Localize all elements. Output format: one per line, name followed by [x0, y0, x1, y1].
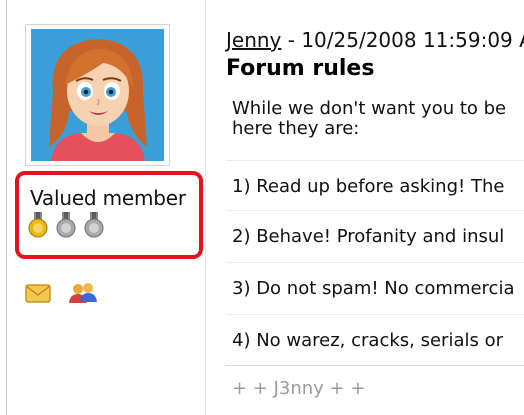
- paragraph-divider: [226, 314, 524, 315]
- rule-item: 1) Read up before asking! The: [232, 176, 505, 197]
- post-border: [6, 0, 7, 415]
- rank-title: Valued member: [30, 186, 186, 210]
- rule-item: 3) Do not spam! No commercia: [232, 278, 515, 299]
- column-divider: [205, 0, 206, 415]
- avatar[interactable]: [31, 29, 164, 161]
- paragraph-divider: [226, 262, 524, 263]
- rule-item: 2) Behave! Profanity and insul: [232, 226, 505, 247]
- silver-medal-icon: [84, 212, 104, 238]
- signature-divider: [226, 365, 524, 366]
- post-header: Jenny - 10/25/2008 11:59:09 A: [226, 28, 524, 52]
- gold-medal-icon: [28, 212, 48, 238]
- avatar-frame: [25, 24, 170, 166]
- forum-post: Valued member Jenny - 10/25/2008 11:59:0…: [0, 0, 524, 415]
- signature: + + J3nny + +: [232, 378, 366, 399]
- paragraph-divider: [226, 160, 524, 161]
- paragraph-divider: [226, 210, 524, 211]
- intro-line: While we don't want you to be: [232, 98, 507, 119]
- silver-medal-icon: [56, 212, 76, 238]
- email-envelope-icon[interactable]: [25, 282, 51, 304]
- post-title: Forum rules: [226, 56, 375, 81]
- buddy-users-icon[interactable]: [68, 282, 98, 304]
- avatar-cartoon-girl-image: [31, 29, 164, 161]
- author-name-link[interactable]: Jenny: [226, 28, 281, 52]
- rule-item: 4) No warez, cracks, serials or: [232, 330, 503, 351]
- post-timestamp: 10/25/2008 11:59:09 A: [301, 28, 524, 52]
- header-separator: -: [281, 28, 302, 52]
- intro-line: here they are:: [232, 118, 360, 139]
